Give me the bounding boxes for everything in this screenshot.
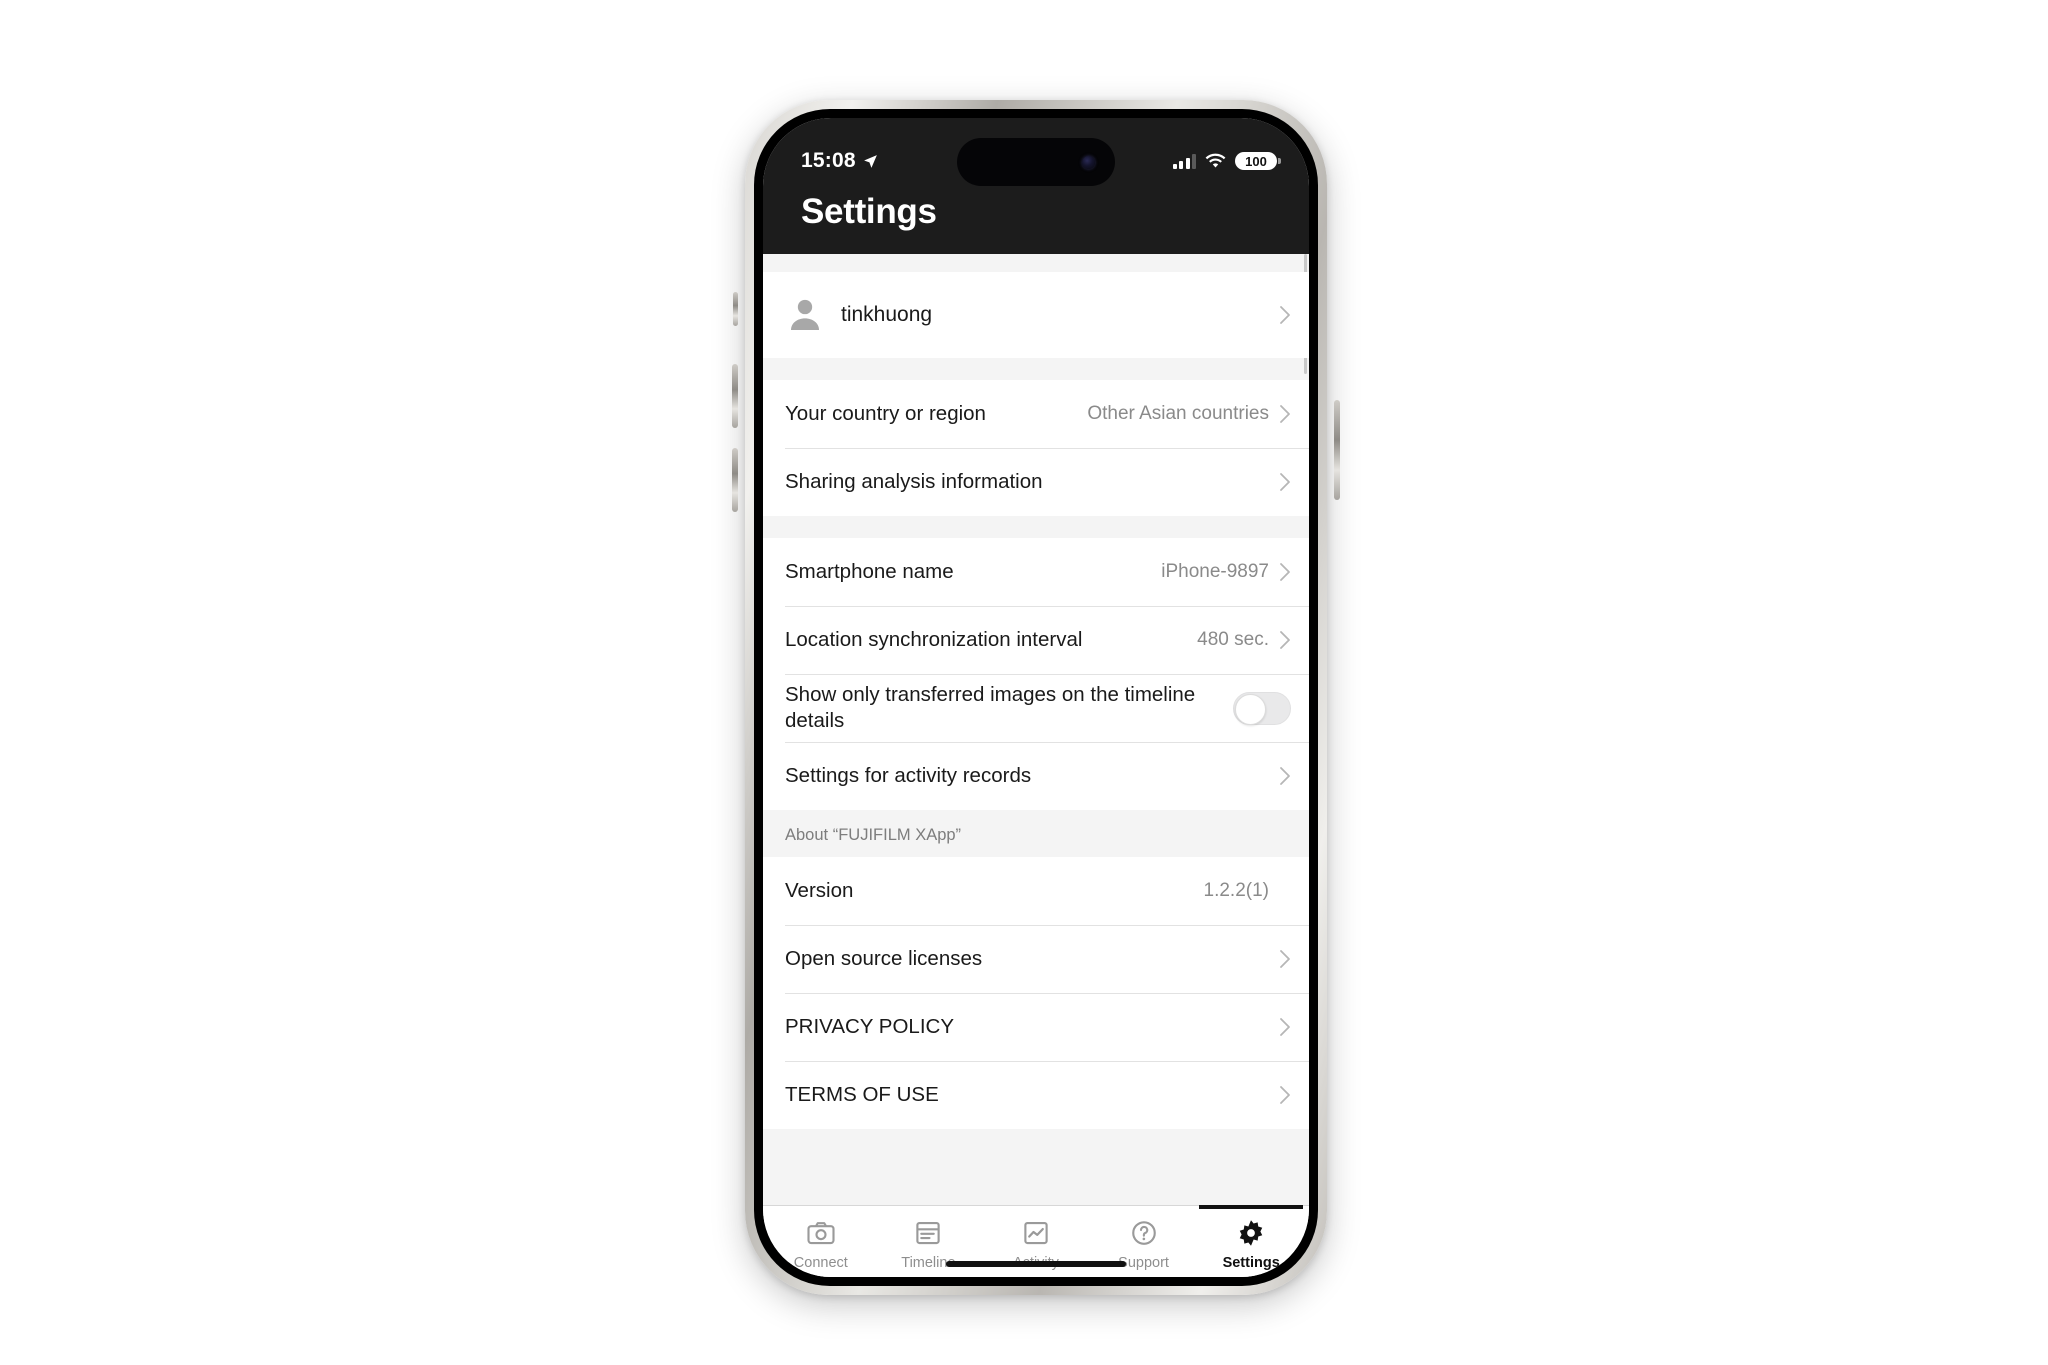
tab-settings[interactable]: Settings [1197,1205,1305,1271]
settings-row-open-source-licenses[interactable]: Open source licenses [763,925,1309,993]
volume-up-button[interactable] [732,364,738,428]
status-bar-time: 15:08 [801,149,856,172]
settings-row-account[interactable]: tinkhuong [763,272,1309,358]
chevron-right-icon [1280,306,1290,324]
battery-indicator: 100 [1235,152,1281,170]
front-camera-lens-icon [1082,155,1095,169]
status-bar: 15:08 100 [763,138,1309,186]
settings-row-activity-records[interactable]: Settings for activity records [763,742,1309,810]
row-label: Your country or region [785,401,986,425]
show-transferred-images-toggle[interactable] [1233,691,1291,725]
chevron-right-icon [1280,405,1290,423]
chevron-right-icon [1280,473,1290,491]
silent-switch[interactable] [733,292,738,326]
chevron-right-icon [1280,1018,1290,1036]
row-label: Open source licenses [785,946,983,970]
settings-row-terms-of-use[interactable]: TERMS OF USE [763,1061,1309,1129]
chart-line-icon [1024,1221,1048,1245]
tab-connect[interactable]: Connect [767,1218,875,1271]
account-username: tinkhuong [841,302,933,326]
cellular-bars-icon [1172,153,1196,169]
settings-row-privacy-policy[interactable]: PRIVACY POLICY [763,993,1309,1061]
status-bar-left: 15:08 [801,149,879,173]
page-title: Settings [801,192,937,231]
phone-bezel: 15:08 100 Settings tinkhuong Your countr… [754,109,1318,1286]
section-header-about: About “FUJIFILM XApp” [763,810,1309,857]
row-value: iPhone-9897 [1161,561,1269,582]
row-label: Smartphone name [785,559,954,583]
question-circle-icon [1131,1221,1156,1245]
row-label: PRIVACY POLICY [785,1014,954,1038]
person-avatar-icon [791,299,819,330]
settings-group-account: tinkhuong [763,272,1309,358]
settings-row-version: Version 1.2.2(1) [763,857,1309,925]
settings-row-location-sync-interval[interactable]: Location synchronization interval 480 se… [763,606,1309,674]
phone-device-frame: 15:08 100 Settings tinkhuong Your countr… [732,100,1340,1295]
settings-list[interactable]: tinkhuong Your country or region Other A… [763,254,1309,1205]
chevron-right-icon [1280,950,1290,968]
chevron-right-icon [1280,631,1290,649]
gear-icon [1239,1220,1263,1246]
tab-label: Connect [793,1255,848,1271]
settings-row-sharing-analysis[interactable]: Sharing analysis information [763,448,1309,516]
settings-row-smartphone-name[interactable]: Smartphone name iPhone-9897 [763,538,1309,606]
chevron-right-icon [1280,563,1290,581]
row-value: 480 sec. [1197,629,1269,650]
row-label: Version [785,878,854,902]
group-gap-1 [763,358,1309,380]
settings-row-show-transferred-images[interactable]: Show only transferred images on the time… [763,674,1309,742]
wifi-icon [1205,153,1226,168]
app-header: 15:08 100 Settings [763,118,1309,254]
chevron-right-icon [1280,767,1290,785]
row-label: Sharing analysis information [785,469,1043,493]
settings-group-about: Version 1.2.2(1) Open source licenses PR… [763,857,1309,1129]
dynamic-island [957,138,1115,186]
power-button[interactable] [1334,400,1340,500]
settings-group-region: Your country or region Other Asian count… [763,380,1309,516]
tab-label: Settings [1222,1255,1280,1271]
list-top-gap [763,254,1309,272]
row-value: Other Asian countries [1087,403,1269,424]
location-arrow-icon [863,154,877,168]
page-title-bar: Settings [763,184,1309,254]
row-label: TERMS OF USE [785,1082,939,1106]
bottom-tab-bar: Connect Timeline Support Settings [763,1205,1309,1277]
home-indicator[interactable] [946,1261,1126,1267]
row-label: Location synchronization interval [785,627,1083,651]
camera-icon [807,1222,835,1245]
volume-down-button[interactable] [732,448,738,512]
chevron-right-icon [1280,1086,1290,1104]
screenshot-canvas: 15:08 100 Settings tinkhuong Your countr… [0,0,2048,1365]
list-document-icon [916,1221,941,1245]
settings-group-device: Smartphone name iPhone-9897 Location syn… [763,538,1309,810]
row-label: Settings for activity records [785,763,1032,787]
settings-row-country-region[interactable]: Your country or region Other Asian count… [763,380,1309,448]
toggle-knob [1235,693,1266,725]
phone-screen: 15:08 100 Settings tinkhuong Your countr… [763,118,1309,1277]
row-label: Show only transferred images on the time… [785,682,1196,732]
row-value: 1.2.2(1) [1203,880,1269,901]
status-bar-right: 100 [1172,152,1281,170]
group-gap-2 [763,516,1309,538]
